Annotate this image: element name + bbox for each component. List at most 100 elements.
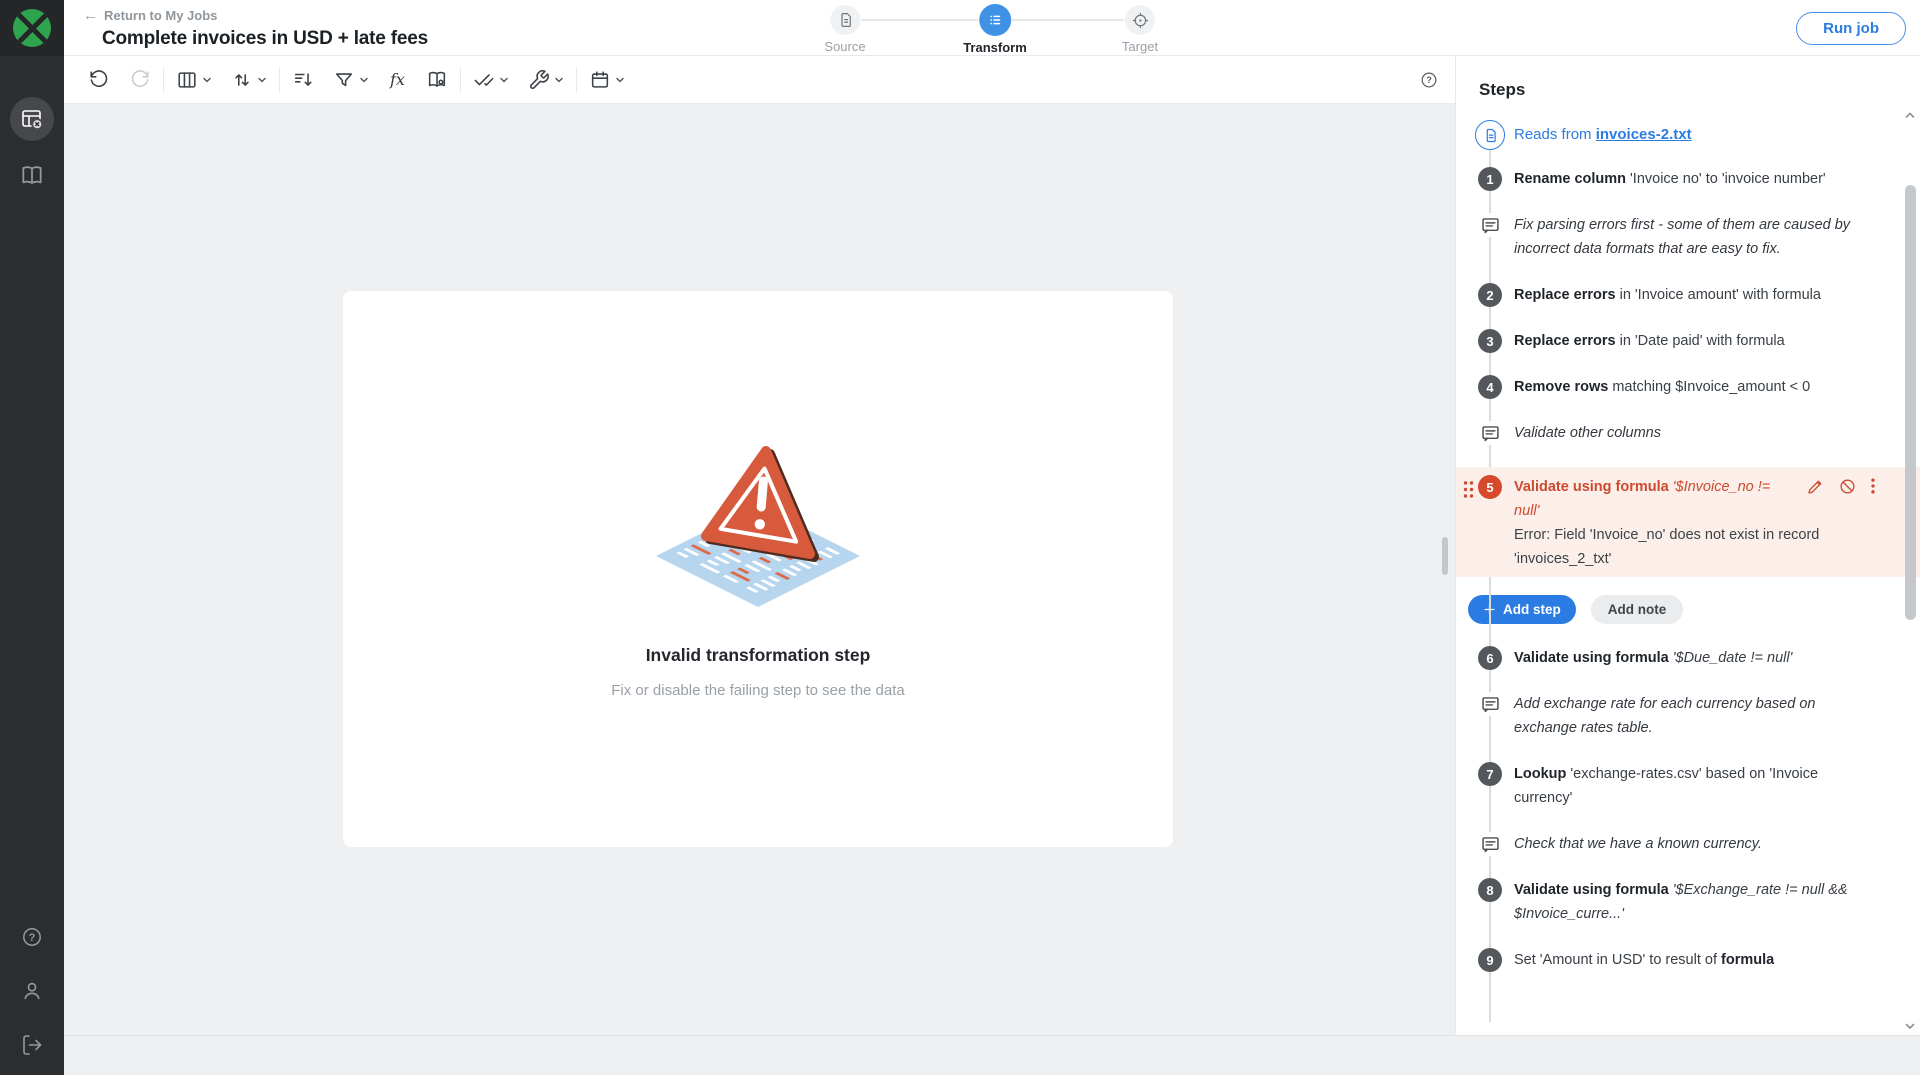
source-file-link[interactable]: invoices-2.txt bbox=[1596, 126, 1692, 143]
drag-handle-icon[interactable] bbox=[1462, 479, 1475, 500]
add-note-button[interactable]: Add note bbox=[1591, 595, 1684, 624]
edit-icon[interactable] bbox=[1806, 477, 1825, 496]
step-text-segment: Replace errors bbox=[1514, 287, 1616, 303]
sidebar-item-account[interactable] bbox=[20, 979, 44, 1003]
note-text: Validate other columns bbox=[1514, 421, 1661, 445]
stepper-source-label: Source bbox=[824, 39, 865, 54]
scrollbar-thumb[interactable] bbox=[1905, 185, 1916, 620]
disable-icon[interactable] bbox=[1838, 477, 1857, 496]
stepper-source[interactable]: Source bbox=[824, 5, 865, 54]
source-document-icon bbox=[830, 5, 860, 35]
fix-icon bbox=[528, 69, 550, 91]
account-icon bbox=[20, 979, 44, 1003]
source-file-icon bbox=[1475, 120, 1505, 150]
step-row-2[interactable]: 2Replace errors in 'Invoice amount' with… bbox=[1478, 283, 1880, 307]
note-row[interactable]: Add exchange rate for each currency base… bbox=[1478, 692, 1880, 740]
back-link[interactable]: ← Return to My Jobs bbox=[83, 8, 217, 23]
filter-button[interactable] bbox=[330, 66, 372, 94]
sidebar-item-docs[interactable] bbox=[19, 163, 45, 189]
step-text-segment: formula bbox=[1721, 952, 1774, 968]
help-icon: ? bbox=[20, 925, 44, 949]
sidebar-item-logout[interactable] bbox=[20, 1033, 44, 1057]
chevron-down-icon bbox=[359, 75, 369, 85]
clover-logo-icon bbox=[13, 9, 51, 47]
sidebar-item-jobs[interactable] bbox=[10, 97, 54, 141]
step-text-segment: '$Due_date != null' bbox=[1673, 650, 1793, 666]
step-content: Validate using formula '$Exchange_rate !… bbox=[1514, 878, 1880, 926]
empty-state-subtitle: Fix or disable the failing step to see t… bbox=[611, 682, 905, 699]
lookup-button[interactable] bbox=[423, 66, 451, 94]
more-icon[interactable] bbox=[1870, 476, 1876, 496]
undo-button[interactable] bbox=[85, 66, 113, 94]
step-text-segment: Replace errors bbox=[1514, 333, 1616, 349]
note-row[interactable]: Check that we have a known currency. bbox=[1478, 832, 1880, 856]
note-row[interactable]: Validate other columns bbox=[1478, 421, 1880, 445]
note-icon bbox=[1478, 421, 1502, 445]
sidebar-item-help[interactable]: ? bbox=[20, 925, 44, 949]
step-text: Validate using formula '$Due_date != nul… bbox=[1514, 646, 1792, 670]
step-row-6[interactable]: 6Validate using formula '$Due_date != nu… bbox=[1478, 646, 1880, 670]
step-content: Set 'Amount in USD' to result of formula bbox=[1514, 948, 1774, 972]
stepper-line-1 bbox=[861, 19, 978, 21]
columns-button[interactable] bbox=[173, 66, 215, 94]
note-text: Fix parsing errors first - some of them … bbox=[1514, 213, 1880, 261]
fix-button[interactable] bbox=[525, 66, 567, 94]
step-text-segment: Lookup bbox=[1514, 766, 1566, 782]
scroll-up-button[interactable] bbox=[1903, 108, 1917, 122]
transform-toolbar: fx ? bbox=[64, 56, 1455, 104]
stepper-target[interactable]: Target bbox=[1122, 5, 1158, 54]
step-text-segment: Validate using formula bbox=[1514, 650, 1669, 666]
add-step-button[interactable]: Add step bbox=[1468, 595, 1576, 624]
step-row-8[interactable]: 8Validate using formula '$Exchange_rate … bbox=[1478, 878, 1880, 926]
step-content: Remove rows matching $Invoice_amount < 0 bbox=[1514, 375, 1810, 399]
toolbar-help-button[interactable]: ? bbox=[1419, 70, 1439, 90]
step-row-5[interactable]: 5Validate using formula '$Invoice_no != … bbox=[1456, 467, 1920, 577]
stepper-transform[interactable]: Transform bbox=[963, 4, 1027, 55]
dates-icon bbox=[589, 69, 611, 91]
step-text: Replace errors in 'Date paid' with formu… bbox=[1514, 329, 1785, 353]
validate-button[interactable] bbox=[470, 66, 512, 94]
step-text-segment: Set 'Amount in USD' to result of bbox=[1514, 952, 1721, 968]
formula-button[interactable]: fx bbox=[385, 67, 410, 92]
svg-text:?: ? bbox=[29, 932, 36, 944]
run-job-button[interactable]: Run job bbox=[1796, 12, 1906, 45]
undo-icon bbox=[88, 69, 110, 91]
target-icon bbox=[1125, 5, 1155, 35]
step-row-1[interactable]: 1Rename column 'Invoice no' to 'invoice … bbox=[1478, 167, 1880, 191]
back-arrow-icon: ← bbox=[83, 8, 98, 23]
step-row-7[interactable]: 7Lookup 'exchange-rates.csv' based on 'I… bbox=[1478, 762, 1880, 810]
app-logo[interactable] bbox=[0, 0, 64, 56]
formula-icon: fx bbox=[388, 70, 407, 89]
panel-resize-handle[interactable] bbox=[1442, 537, 1448, 575]
step-text-segment: Rename column bbox=[1514, 171, 1626, 187]
toolbar-group bbox=[461, 66, 576, 94]
note-icon bbox=[1478, 832, 1502, 856]
invalid-step-card: Invalid transformation step Fix or disab… bbox=[343, 291, 1173, 847]
note-row[interactable]: Fix parsing errors first - some of them … bbox=[1478, 213, 1880, 261]
step-content: Replace errors in 'Date paid' with formu… bbox=[1514, 329, 1785, 353]
logout-icon bbox=[20, 1033, 44, 1057]
sort-button[interactable] bbox=[228, 66, 270, 94]
sidebar-bottom: ? bbox=[0, 925, 64, 1075]
top-header: ← Return to My Jobs Complete invoices in… bbox=[64, 0, 1920, 56]
step-row-4[interactable]: 4 Remove rows matching $Invoice_amount < … bbox=[1478, 375, 1880, 399]
step-text-segment: in 'Invoice amount' with formula bbox=[1616, 287, 1821, 303]
page-title: Complete invoices in USD + late fees bbox=[102, 28, 428, 50]
step-text-segment: Validate using formula bbox=[1514, 479, 1669, 495]
step-row-9[interactable]: 9Set 'Amount in USD' to result of formul… bbox=[1478, 948, 1880, 972]
step-error-message: Error: Field 'Invoice_no' does not exist… bbox=[1514, 523, 1880, 571]
step-number-badge: 4 bbox=[1478, 375, 1502, 399]
chevron-down-icon bbox=[202, 75, 212, 85]
limit-rows-button[interactable] bbox=[289, 66, 317, 94]
chevron-down-icon bbox=[615, 75, 625, 85]
step-text-segment: Remove rows bbox=[1514, 379, 1608, 395]
step-number-badge: 3 bbox=[1478, 329, 1502, 353]
source-step-row[interactable]: Reads from invoices-2.txt bbox=[1478, 120, 1880, 150]
redo-icon bbox=[129, 69, 151, 91]
dates-button[interactable] bbox=[586, 66, 628, 94]
validate-icon bbox=[473, 69, 495, 91]
step-row-3[interactable]: 3 Replace errors in 'Date paid' with form… bbox=[1478, 329, 1880, 353]
docs-book-icon bbox=[19, 163, 45, 189]
scroll-down-button[interactable] bbox=[1903, 1019, 1917, 1033]
lookup-icon bbox=[426, 69, 448, 91]
